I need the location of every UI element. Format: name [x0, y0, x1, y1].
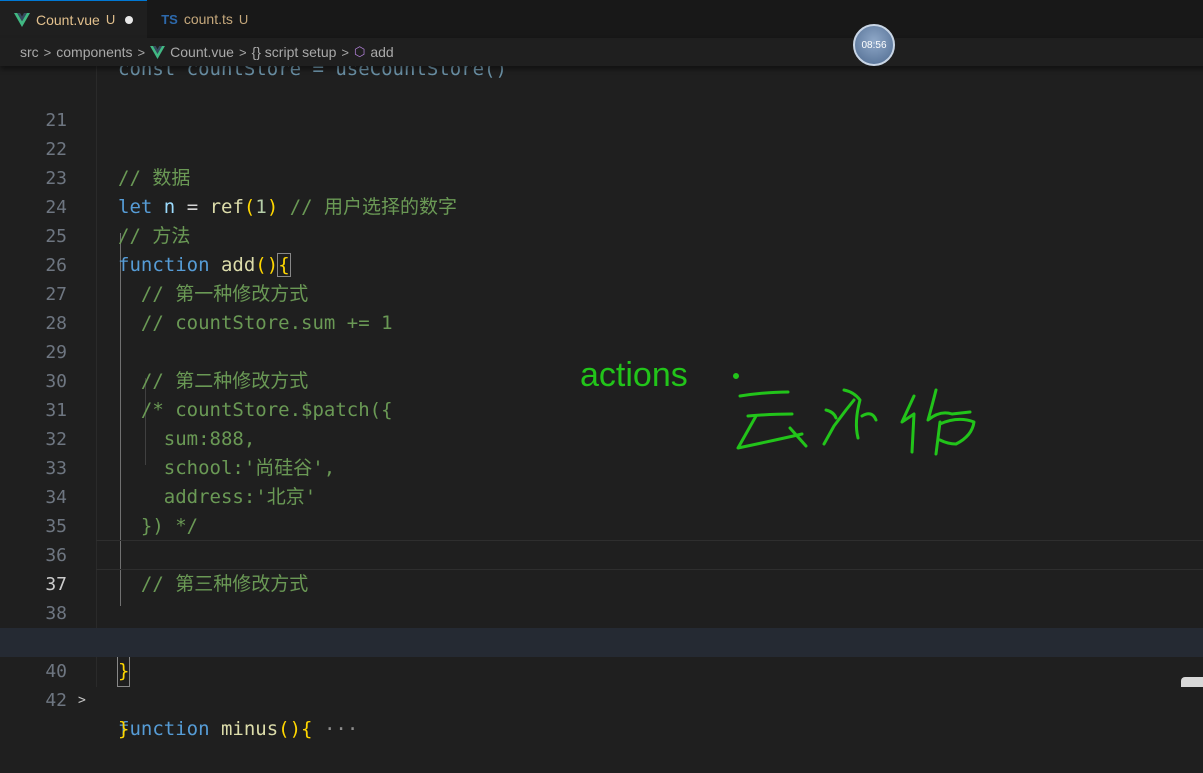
code-line: 35 — [0, 483, 1203, 537]
breadcrumb-item-components[interactable]: components — [56, 44, 132, 60]
code-line: 28 — [0, 280, 1203, 334]
code-line: 39 } — [0, 599, 1203, 687]
line-code: function minus(){ ··· — [118, 718, 359, 740]
code-line: 27 // countStore.sum += 1 — [0, 251, 1203, 334]
tab-count-ts[interactable]: TS count.ts U — [147, 0, 262, 38]
recording-timer[interactable]: 08:56 — [853, 24, 895, 66]
code-line: 23 let n = ref(1) // 用户选择的数字 — [0, 135, 1203, 218]
chevron-right-icon: > — [43, 44, 52, 60]
code-line: 24 // 方法 — [0, 164, 1203, 247]
git-status-badge: U — [238, 11, 249, 27]
vue-icon — [150, 45, 166, 59]
code-line: 34 }) */ — [0, 454, 1203, 537]
chevron-right-icon: > — [341, 44, 349, 60]
editor-tab-bar: Count.vue U TS count.ts U — [0, 0, 1203, 39]
code-line: 25 function add(){ — [0, 193, 1203, 277]
code-line: 36 // 第三种修改方式 — [0, 512, 1203, 595]
breadcrumb-item-src[interactable]: src — [20, 44, 39, 60]
chevron-right-icon: > — [238, 44, 247, 60]
chevron-right-icon: > — [137, 44, 146, 60]
code-line: 32 school:'尚硅谷', — [0, 396, 1203, 479]
method-cube-icon: ⬡ — [353, 44, 366, 59]
breadcrumb: src > components > Count.vue > {} script… — [0, 38, 1203, 66]
breadcrumb-item-add[interactable]: add — [370, 44, 393, 60]
corner-widget — [1181, 677, 1203, 687]
git-status-badge: U — [105, 12, 116, 27]
breadcrumb-item-script-setup[interactable]: {} script setup — [252, 44, 337, 60]
chevron-right-icon[interactable]: > — [78, 686, 86, 715]
tab-label: Count.vue — [36, 11, 100, 28]
unsaved-dot-icon[interactable] — [125, 15, 134, 24]
handwritten-annotation — [733, 373, 976, 456]
vue-icon — [14, 12, 30, 27]
code-line: 33 address:'北京' — [0, 425, 1203, 508]
line-code: } — [118, 718, 130, 740]
annotation-text: actions — [580, 356, 688, 394]
code-line: 38 — [0, 570, 1203, 624]
code-line: 22 // 数据 — [0, 106, 1203, 189]
code-line: 29 // 第二种修改方式 — [0, 309, 1203, 392]
code-line-current: 37 — [0, 541, 1203, 595]
code-line: 42 } — [0, 657, 1203, 740]
code-line: 21 — [0, 77, 1203, 131]
code-line: 26 // 第一种修改方式 — [0, 222, 1203, 305]
breadcrumb-item-file[interactable]: Count.vue — [170, 44, 234, 60]
tab-count-vue[interactable]: Count.vue U — [0, 0, 148, 38]
code-line-folded: 40 > function minus(){ ··· — [0, 628, 1203, 740]
tab-label: count.ts — [183, 11, 233, 27]
typescript-icon: TS — [161, 11, 178, 27]
line-number: 42 — [45, 690, 67, 711]
